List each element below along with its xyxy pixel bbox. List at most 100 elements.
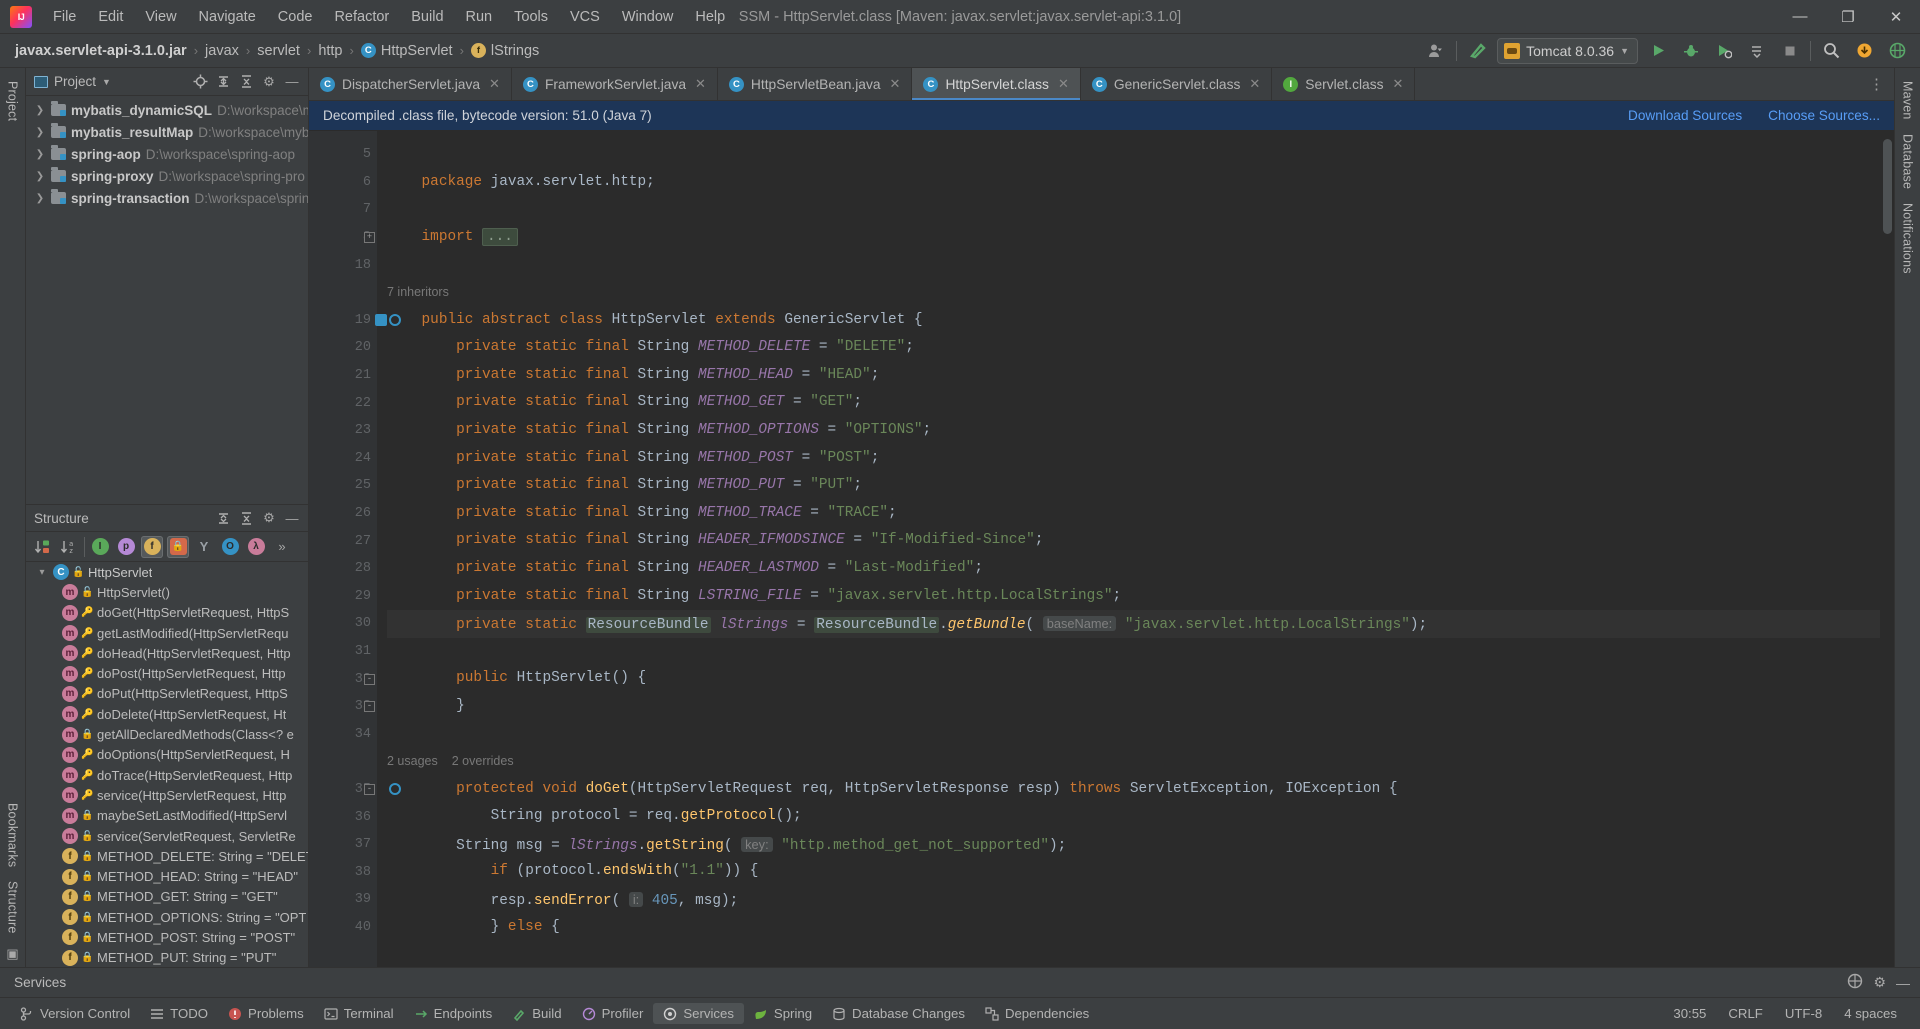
chevron-right-icon[interactable]: ❯ [34,127,46,138]
code-line[interactable]: private static final String HEADER_LASTM… [387,555,1894,583]
sort-alphabetically-icon[interactable]: az [58,536,80,558]
gutter-line[interactable]: 7 [309,196,377,224]
fold-toggle-icon[interactable]: - [364,701,375,713]
structure-member[interactable]: f 🔒 METHOD_PUT: String = "PUT" [26,948,308,967]
sidebar-item-structure[interactable]: Structure [2,874,24,941]
show-non-public-icon[interactable]: 🔒 [167,535,189,558]
structure-member[interactable]: f 🔒 METHOD_POST: String = "POST" [26,927,308,947]
structure-member[interactable]: m 🔓 HttpServlet() [26,582,308,602]
code-line[interactable]: String msg = lStrings.getString( key: "h… [387,831,1894,859]
editor-scrollbar[interactable] [1880,131,1894,967]
menu-item-view[interactable]: View [134,5,187,29]
sidebar-item-database[interactable]: Database [1897,127,1919,196]
gutter-line[interactable]: 31 [309,638,377,666]
close-icon[interactable]: ✕ [695,76,706,92]
gutter-line[interactable]: 30💡 [309,610,401,638]
bottom-tab-version-control[interactable]: Version Control [10,1003,140,1024]
structure-member[interactable]: m 🔑 doPut(HttpServletRequest, HttpS [26,684,308,704]
tab-bar-overflow[interactable]: ⋮ [1859,68,1894,100]
gutter-line[interactable]: 18 [309,251,377,279]
code-line[interactable]: } [387,693,1894,721]
show-inherited-icon[interactable]: I [89,536,111,558]
collapse-all-icon[interactable] [236,508,256,528]
more-actions-icon[interactable]: » [271,536,293,558]
bottom-tab-todo[interactable]: TODO [140,1003,218,1024]
tree-item[interactable]: ❯ spring-proxy D:\workspace\spring-pro [26,165,308,187]
close-icon[interactable]: ✕ [1058,76,1069,92]
editor-tab-frameworkservlet-java[interactable]: C FrameworkServlet.java ✕ [512,68,718,100]
gutter-line[interactable]: 6 [309,169,377,197]
run-configuration-selector[interactable]: Tomcat 8.0.36 ▼ [1497,37,1638,64]
menu-item-run[interactable]: Run [455,5,504,29]
menu-item-navigate[interactable]: Navigate [188,5,267,29]
structure-member[interactable]: m 🔓 service(ServletRequest, ServletRe [26,826,308,846]
menu-item-edit[interactable]: Edit [87,5,134,29]
fold-toggle-icon[interactable]: - [364,783,375,795]
gutter-line[interactable]: 26 [309,500,377,528]
structure-member[interactable]: m 🔑 doTrace(HttpServletRequest, Http [26,765,308,785]
show-fields-icon[interactable]: f [141,535,163,558]
code-line[interactable]: private static final String METHOD_PUT =… [387,472,1894,500]
code-line[interactable]: private static final String HEADER_IFMOD… [387,527,1894,555]
code-editor[interactable]: 5 6 7 8+ 18 19 20 21 22 23 24 25 26 27 28 29 30💡 31 32-33-… [309,131,1894,967]
sidebar-item-project[interactable]: Project [2,74,24,128]
code-line[interactable] [387,251,1894,279]
tree-item[interactable]: ❯ mybatis_dynamicSQLD:\workspace\my [26,99,308,121]
settings-gear-icon[interactable]: ⚙ [259,508,279,528]
bottom-tab-profiler[interactable]: Profiler [572,1003,654,1024]
group-methods-icon[interactable]: Y [193,536,215,558]
show-properties-icon[interactable]: p [115,536,137,558]
gutter-line[interactable]: 21 [309,362,377,390]
structure-member[interactable]: f 🔒 METHOD_HEAD: String = "HEAD" [26,866,308,886]
code-line[interactable]: String protocol = req.getProtocol(); [387,803,1894,831]
usages-note[interactable]: 2 usages 2 overrides [387,748,1894,776]
stop-square-icon[interactable] [1777,39,1803,63]
editor-text[interactable]: package javax.servlet.http; import ... 7 … [377,131,1894,967]
close-icon[interactable]: ✕ [1249,76,1260,92]
scrollbar-thumb[interactable] [1883,139,1892,234]
breadcrumb-item-javax[interactable]: javax [202,41,242,61]
fold-toggle-icon[interactable]: - [364,673,375,685]
ide-globe-icon[interactable] [1884,39,1910,63]
gutter-line[interactable]: 22 [309,389,377,417]
code-line[interactable]: private static final String METHOD_HEAD … [387,362,1894,390]
bottom-tab-dependencies[interactable]: Dependencies [975,1003,1099,1024]
code-line[interactable]: public HttpServlet() { [387,665,1894,693]
code-line[interactable]: private static ResourceBundle lStrings =… [387,610,1894,638]
gutter-line[interactable]: 33- [309,693,377,721]
gutter-line[interactable]: 19 [309,307,401,335]
locate-icon[interactable] [190,72,210,92]
menu-item-vcs[interactable]: VCS [559,5,611,29]
code-line[interactable] [387,638,1894,666]
expand-all-icon[interactable] [213,72,233,92]
code-line[interactable]: private static final String METHOD_OPTIO… [387,417,1894,445]
sidebar-item-notifications[interactable]: Notifications [1897,196,1919,281]
editor-tab-httpservlet-class[interactable]: C HttpServlet.class ✕ [912,68,1081,100]
editor-tab-dispatcherservlet-java[interactable]: C DispatcherServlet.java ✕ [309,68,512,100]
menu-item-help[interactable]: Help [684,5,736,29]
code-line[interactable]: protected void doGet(HttpServletRequest … [387,776,1894,804]
user-account-icon[interactable] [1423,39,1449,63]
gutter-line[interactable]: 34 [309,720,377,748]
settings-gear-icon[interactable]: ⚙ [259,72,279,92]
gutter-line[interactable]: 20 [309,334,377,362]
menu-item-window[interactable]: Window [611,5,685,29]
show-anonymous-icon[interactable]: O [219,536,241,558]
menu-item-refactor[interactable]: Refactor [323,5,400,29]
editor-tab-httpservletbean-java[interactable]: C HttpServletBean.java ✕ [718,68,913,100]
help-icon[interactable] [1847,973,1863,992]
sidebar-item-maven[interactable]: Maven [1897,74,1919,127]
breadcrumb-item-http[interactable]: http [315,41,345,61]
gutter-line[interactable]: 23 [309,417,377,445]
updates-badge-icon[interactable] [1851,39,1877,63]
breadcrumb-item-javax-servlet-api-3-1-0-jar[interactable]: javax.servlet-api-3.1.0.jar [12,41,190,61]
inheritors-note[interactable]: 7 inheritors [387,279,1894,307]
bottom-tab-build[interactable]: Build [502,1003,571,1024]
code-line[interactable]: private static final String METHOD_DELET… [387,334,1894,362]
structure-member[interactable]: m 🔒 getAllDeclaredMethods(Class<? e [26,724,308,744]
code-line[interactable]: private static final String LSTRING_FILE… [387,583,1894,611]
gutter-line[interactable]: 27 [309,527,377,555]
gutter-line[interactable]: 36 [309,803,377,831]
settings-gear-icon[interactable]: ⚙ [1873,974,1886,991]
more-vertical-icon[interactable]: ⋮ [1869,75,1884,93]
